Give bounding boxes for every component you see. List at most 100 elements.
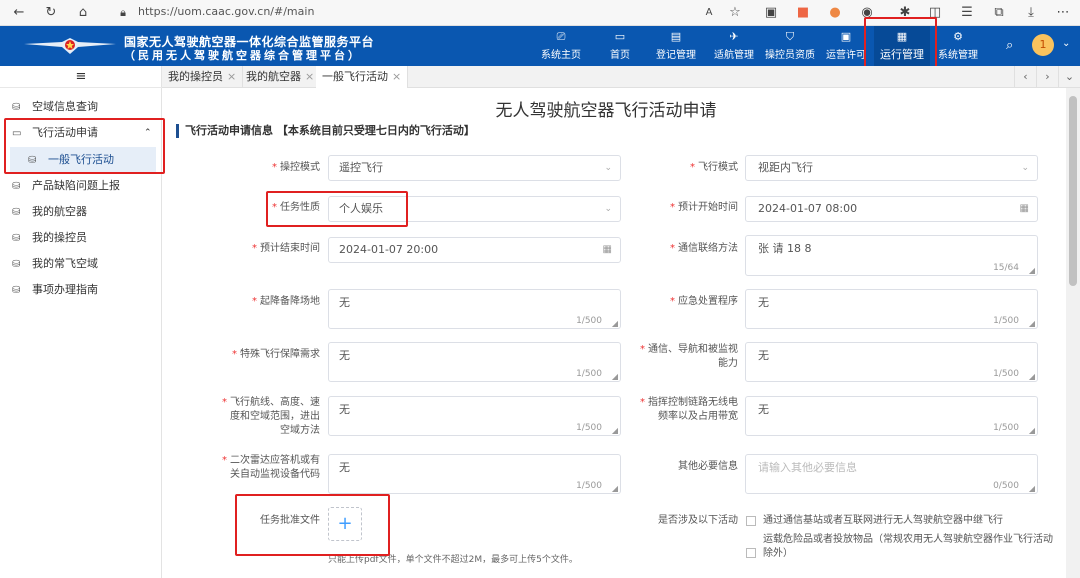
chevron-down-icon[interactable]: ⌄ xyxy=(1062,38,1070,49)
route-textarea[interactable]: 无 1/500 ◢ xyxy=(328,396,621,436)
highlight-box-upload xyxy=(235,494,390,556)
address-bar[interactable]: https://uom.caac.gov.cn/#/main xyxy=(138,5,314,18)
resize-handle-icon[interactable]: ◢ xyxy=(1029,484,1035,493)
menu-toggle-icon[interactable]: ≡ xyxy=(0,66,162,88)
resize-handle-icon[interactable]: ◢ xyxy=(1029,266,1035,275)
end-time-picker[interactable]: 2024-01-07 20:00 ▦ xyxy=(328,237,621,263)
control-mode-select[interactable]: 遥控飞行 ⌄ xyxy=(328,155,621,181)
nav-system-management[interactable]: ⚙ 系统管理 xyxy=(934,26,982,66)
drone-icon: ✈ xyxy=(729,30,739,43)
chevron-down-icon: ⌄ xyxy=(604,204,612,214)
checkbox-relay-flight[interactable] xyxy=(746,516,756,526)
back-icon[interactable]: ← xyxy=(10,4,28,22)
option-dangerous-goods: 运载危险品或者投放物品（常规农用无人驾驶航空器作业飞行活动 xyxy=(763,534,1053,545)
database-icon: ⛁ xyxy=(12,181,21,192)
highlight-box-sidebar xyxy=(4,118,165,174)
resize-handle-icon[interactable]: ◢ xyxy=(612,426,618,435)
highlight-box-nav xyxy=(864,17,937,72)
label-alt-airport: * 起降备降场地 xyxy=(252,296,320,307)
label-start-time: * 预计开始时间 xyxy=(670,202,738,213)
chevron-down-icon[interactable]: ⌄ xyxy=(1058,66,1080,88)
more-icon[interactable]: ⋯ xyxy=(1054,4,1072,22)
tab-general-flight[interactable]: 一般飞行活动 × xyxy=(316,66,409,88)
label-flight-mode: * 飞行模式 xyxy=(690,162,738,173)
option-relay-flight: 通过通信基站或者互联网进行无人驾驶航空器中继飞行 xyxy=(763,515,1003,526)
emergency-textarea[interactable]: 无 1/500 ◢ xyxy=(745,289,1038,329)
sidebar-item-airspace-query[interactable]: ⛁ 空域信息查询 xyxy=(0,94,160,120)
nav-operation-license[interactable]: ▣ 运营许可 xyxy=(822,26,870,66)
platform-subtitle: （民用无人驾驶航空器综合管理平台） xyxy=(124,49,362,62)
scrollbar-thumb[interactable] xyxy=(1069,96,1077,286)
flight-mode-select[interactable]: 视距内飞行 ⌄ xyxy=(745,155,1038,181)
other-info-textarea[interactable]: 请输入其他必要信息 0/500 ◢ xyxy=(745,454,1038,494)
nav-registration[interactable]: ▤ 登记管理 xyxy=(652,26,700,66)
tab-my-operators[interactable]: 我的操控员 × xyxy=(162,66,244,88)
label-end-time: * 预计结束时间 xyxy=(252,243,320,254)
license-icon: ▣ xyxy=(840,30,852,43)
resize-handle-icon[interactable]: ◢ xyxy=(612,484,618,493)
option-dangerous-goods-cont: 除外） xyxy=(763,548,793,559)
label-emergency: * 应急处置程序 xyxy=(670,296,738,307)
sidebar-item-my-airspace[interactable]: ⛁ 我的常飞空域 xyxy=(0,251,160,277)
tab-my-aircraft[interactable]: 我的航空器 × xyxy=(240,66,322,88)
transponder-textarea[interactable]: 无 1/500 ◢ xyxy=(328,454,621,494)
resize-handle-icon[interactable]: ◢ xyxy=(1029,372,1035,381)
nav-system-home[interactable]: ⎚ 系统主页 xyxy=(536,26,586,66)
start-time-picker[interactable]: 2024-01-07 08:00 ▦ xyxy=(745,196,1038,222)
special-support-textarea[interactable]: 无 1/500 ◢ xyxy=(328,342,621,382)
document-icon: ▤ xyxy=(670,30,682,43)
resize-handle-icon[interactable]: ◢ xyxy=(612,319,618,328)
reload-icon[interactable]: ↻ xyxy=(42,4,60,22)
label-contact: * 通信联络方法 xyxy=(670,243,738,254)
shield-icon: ⛉ xyxy=(785,30,795,43)
calendar-icon: ▦ xyxy=(1019,203,1029,214)
label-cns: * 通信、导航和被监视 能力 xyxy=(640,344,738,369)
resize-handle-icon[interactable]: ◢ xyxy=(612,372,618,381)
sidebar-item-guide[interactable]: ⛁ 事项办理指南 xyxy=(0,277,160,303)
home-icon[interactable]: ⌂ xyxy=(74,4,92,22)
label-link: * 指挥控制链路无线电 频率以及占用带宽 xyxy=(640,397,738,422)
favorites-icon[interactable]: ☰ xyxy=(958,4,976,22)
label-special-support: * 特殊飞行保障需求 xyxy=(232,349,320,360)
sidebar-item-defect-report[interactable]: ⛁ 产品缺陷问题上报 xyxy=(0,173,160,199)
browser-extension-icon[interactable]: ● xyxy=(826,4,844,22)
app-extension-icon[interactable]: ■ xyxy=(794,4,812,22)
page-title: 无人驾驶航空器飞行活动申请 xyxy=(495,101,717,121)
chevron-left-icon[interactable]: ‹ xyxy=(1014,66,1036,88)
label-control-mode: * 操控模式 xyxy=(272,162,320,173)
sidebar-item-my-operators[interactable]: ⛁ 我的操控员 xyxy=(0,225,160,251)
collections-icon[interactable]: ⧉ xyxy=(990,4,1008,22)
label-other-info: 其他必要信息 xyxy=(678,461,738,472)
sidebar-item-my-aircraft[interactable]: ⛁ 我的航空器 xyxy=(0,199,160,225)
chevron-down-icon: ⌄ xyxy=(1021,163,1029,173)
gear-icon: ⚙ xyxy=(953,30,963,43)
extension-icon[interactable]: ▣ xyxy=(762,4,780,22)
avatar[interactable]: 1 xyxy=(1032,34,1054,56)
label-involves: 是否涉及以下活动 xyxy=(658,515,738,526)
favorite-star-icon[interactable]: ☆ xyxy=(726,4,744,22)
close-icon[interactable]: × xyxy=(305,70,314,83)
tab-bar: 我的操控员 × 我的航空器 × 一般飞行活动 × ‹ › ⌄ xyxy=(162,66,1080,88)
nav-airworthiness[interactable]: ✈ 适航管理 xyxy=(710,26,758,66)
checkbox-dangerous-goods[interactable] xyxy=(746,548,756,558)
chevron-right-icon[interactable]: › xyxy=(1036,66,1058,88)
resize-handle-icon[interactable]: ◢ xyxy=(1029,319,1035,328)
home-screen-icon: ⎚ xyxy=(556,30,566,43)
download-icon[interactable]: ⤓ xyxy=(1022,4,1040,22)
lock-icon: 🔒︎ xyxy=(120,6,126,19)
resize-handle-icon[interactable]: ◢ xyxy=(1029,426,1035,435)
link-textarea[interactable]: 无 1/500 ◢ xyxy=(745,396,1038,436)
monitor-icon: ▭ xyxy=(614,30,626,43)
close-icon[interactable]: × xyxy=(392,70,401,83)
database-icon: ⛁ xyxy=(12,233,21,244)
contact-textarea[interactable]: 张 请 18 8 15/64 ◢ xyxy=(745,235,1038,276)
alt-airport-textarea[interactable]: 无 1/500 ◢ xyxy=(328,289,621,329)
nav-operator-qualification[interactable]: ⛉ 操控员资质 xyxy=(762,26,818,66)
close-icon[interactable]: × xyxy=(227,70,236,83)
cns-textarea[interactable]: 无 1/500 ◢ xyxy=(745,342,1038,382)
nav-home[interactable]: ▭ 首页 xyxy=(602,26,638,66)
search-icon[interactable]: ⌕ xyxy=(1006,38,1013,53)
highlight-box-task xyxy=(266,191,408,227)
database-icon: ⛁ xyxy=(12,285,21,296)
read-aloud-icon[interactable]: A xyxy=(700,4,718,22)
